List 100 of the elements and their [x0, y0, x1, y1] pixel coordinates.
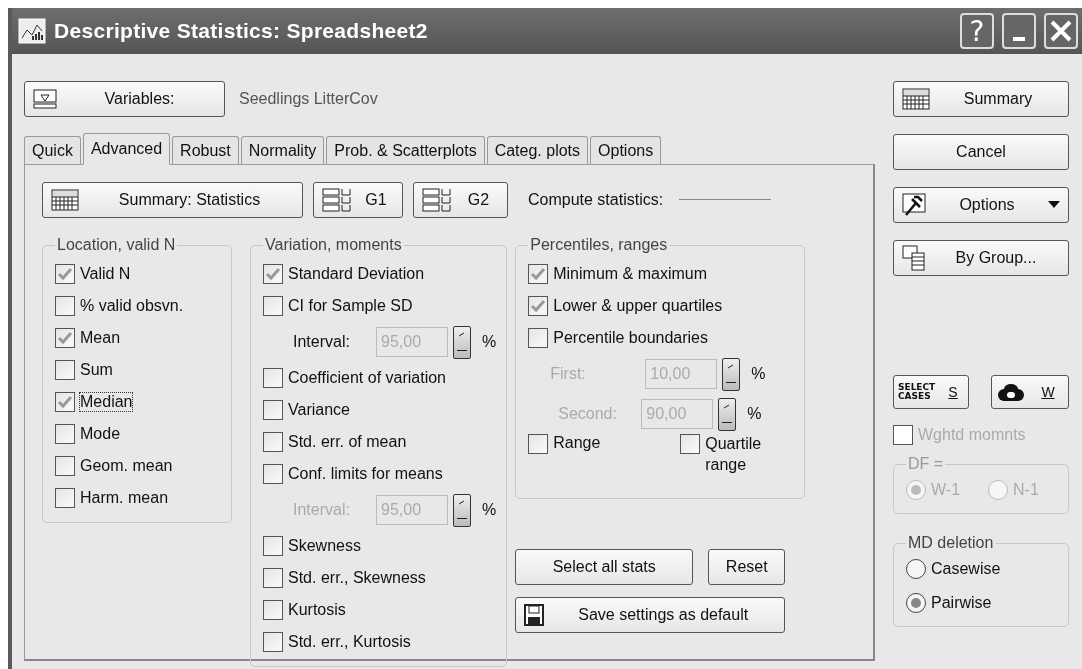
checkbox[interactable] — [263, 600, 283, 620]
table-chart-icon — [422, 187, 452, 212]
checkbox[interactable] — [55, 488, 75, 508]
spin-label: Interval: — [293, 501, 351, 519]
checkbox-label: Valid N — [80, 265, 131, 283]
minimize-icon — [1013, 37, 1025, 41]
checkbox-label: Coefficient of variation — [288, 369, 446, 387]
radio-label: Casewise — [931, 560, 1001, 578]
small-button[interactable]: SELECT CASES S — [893, 375, 969, 409]
checkbox[interactable] — [263, 368, 283, 388]
percent-sign: % — [751, 365, 766, 383]
group-title: Location, valid N — [56, 236, 177, 254]
checkbox[interactable] — [528, 264, 549, 284]
select-cases-icon: SELECT CASES — [898, 383, 936, 401]
tray-icon — [33, 89, 57, 109]
checkbox-label: Std. err., Kurtosis — [288, 633, 411, 651]
caret-icon — [1048, 201, 1060, 209]
checkbox-label: Sum — [80, 361, 113, 379]
spinner[interactable] — [453, 325, 471, 359]
checkbox[interactable] — [680, 434, 701, 454]
side-button[interactable]: Summary — [893, 81, 1069, 117]
percent-sign: % — [747, 405, 762, 423]
checkbox-label: Conf. limits for means — [288, 465, 443, 483]
checkbox-label: Variance — [288, 401, 350, 419]
action-button[interactable]: Save settings as default — [515, 597, 786, 633]
checkbox[interactable] — [528, 328, 549, 348]
checkbox[interactable] — [55, 392, 75, 412]
checkbox[interactable] — [55, 360, 75, 380]
checkbox[interactable] — [528, 296, 549, 316]
checkbox-label: Mode — [80, 425, 121, 443]
checkbox-label: Skewness — [288, 537, 361, 555]
action-button[interactable]: Reset — [708, 549, 786, 585]
checkbox[interactable] — [528, 434, 549, 454]
chart-window-icon — [18, 18, 46, 44]
toolbar-button[interactable]: G1 — [313, 181, 403, 218]
help-button[interactable]: ? — [960, 13, 994, 49]
small-button[interactable]: W — [991, 375, 1069, 409]
side-button[interactable]: Options — [893, 187, 1069, 223]
radio-button[interactable] — [906, 559, 926, 579]
variables-value: Seedlings LitterCov — [239, 90, 378, 108]
checkbox[interactable] — [263, 264, 283, 284]
spinner[interactable] — [718, 397, 737, 431]
close-button[interactable] — [1044, 13, 1078, 49]
spin-label: Interval: — [293, 333, 351, 351]
action-button[interactable]: Select all stats — [515, 549, 694, 585]
checkbox[interactable] — [55, 264, 75, 284]
minimize-button[interactable] — [1002, 13, 1036, 49]
checkbox-label: Harm. mean — [80, 489, 169, 507]
radio-label: W-1 — [931, 481, 961, 499]
radio-button[interactable] — [906, 593, 926, 613]
variables-button[interactable]: Variables: — [24, 81, 225, 117]
checkbox[interactable] — [55, 296, 75, 316]
side-button[interactable]: By Group... — [893, 240, 1069, 276]
checkbox[interactable] — [55, 424, 75, 444]
checkbox[interactable] — [263, 464, 283, 484]
toolbar-button[interactable]: G2 — [413, 181, 508, 218]
checkbox-label: Minimum & maximum — [553, 265, 708, 283]
spinner[interactable] — [722, 357, 741, 391]
checkbox[interactable] — [263, 632, 283, 652]
checkbox-label: Geom. mean — [80, 457, 173, 475]
checkbox-label: Wghtd momnts — [918, 426, 1026, 444]
tab[interactable]: Prob. & Scatterplots — [326, 136, 485, 164]
group-title: Variation, moments — [264, 236, 403, 254]
side-button[interactable]: Cancel — [893, 134, 1069, 170]
tab[interactable]: Normality — [240, 136, 325, 164]
checkbox[interactable] — [263, 296, 283, 316]
spinner[interactable] — [453, 493, 471, 527]
checkbox-label: Quartile range — [705, 434, 763, 475]
checkbox-label: Mean — [80, 329, 121, 347]
window-title: Descriptive Statistics: Spreadsheet2 — [54, 19, 429, 43]
checkbox[interactable] — [263, 432, 283, 452]
tab[interactable]: Categ. plots — [486, 136, 589, 164]
checkbox-label: Range — [553, 434, 601, 452]
checkbox-label: Std. err. of mean — [288, 433, 407, 451]
check-icon — [530, 299, 547, 313]
checkbox-label: Kurtosis — [288, 601, 346, 619]
spin-label: Second: — [558, 405, 618, 423]
compute-label: Compute statistics: — [528, 190, 664, 209]
checkbox[interactable] — [263, 536, 283, 556]
check-icon — [57, 267, 73, 281]
check-icon — [265, 267, 281, 281]
group-title: Percentiles, ranges — [529, 236, 669, 254]
tab[interactable]: Quick — [24, 136, 81, 164]
checkbox[interactable] — [263, 568, 283, 588]
tab[interactable]: Advanced — [82, 133, 171, 165]
spin-label: First: — [550, 365, 587, 383]
radio-label: N-1 — [1013, 481, 1039, 499]
checkbox[interactable] — [55, 456, 75, 476]
checkbox-label: % valid obsvn. — [80, 297, 184, 315]
checkbox-label: Std. err., Skewness — [288, 569, 426, 587]
checkbox[interactable] — [263, 400, 283, 420]
check-icon — [530, 267, 547, 281]
tab[interactable]: Options — [590, 136, 662, 164]
percent-sign: % — [482, 333, 497, 351]
toolbar-button[interactable]: Summary: Statistics — [42, 181, 303, 218]
checkbox-label: Percentile boundaries — [553, 329, 708, 347]
checkbox[interactable] — [55, 328, 75, 348]
tab[interactable]: Robust — [172, 136, 239, 164]
checkbox-label: Lower & upper quartiles — [553, 297, 723, 315]
checkbox-label: Median — [80, 393, 133, 411]
